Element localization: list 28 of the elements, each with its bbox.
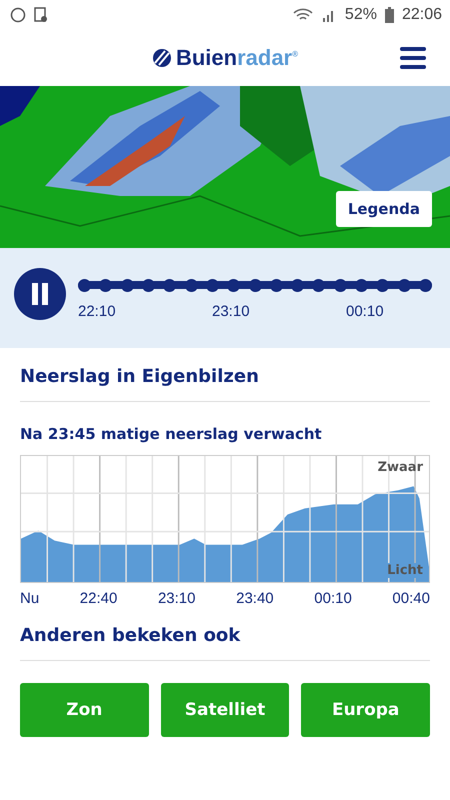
forecast-summary: Na 23:45 matige neerslag verwacht: [20, 425, 323, 443]
menu-button[interactable]: [400, 47, 426, 69]
logo: Buienradar$^{®}$: [152, 45, 298, 71]
pause-icon: [31, 283, 49, 305]
section-title: Anderen bekeken ook: [20, 607, 430, 661]
axis-label: Zwaar: [378, 460, 423, 475]
axis-label: Licht: [387, 563, 423, 578]
logo-icon: [152, 48, 172, 68]
timeline-time: 00:10: [346, 303, 385, 320]
battery-icon: [384, 7, 394, 23]
time-label: 22:40: [80, 590, 118, 607]
link-button[interactable]: Europa: [301, 683, 430, 737]
time-label: 23:10: [158, 590, 196, 607]
battery-level: 52%: [344, 6, 377, 24]
link-button[interactable]: Zon: [20, 683, 149, 737]
timeline-time: 22:10: [78, 303, 117, 320]
time-label: Nu: [20, 590, 40, 607]
clock: 22:06: [402, 6, 442, 24]
time-label: 00:40: [392, 590, 430, 607]
legend-button[interactable]: Legenda: [336, 191, 432, 227]
timeline-slider[interactable]: [78, 281, 432, 289]
pause-button[interactable]: [14, 268, 66, 320]
document-icon: [34, 7, 48, 23]
section-title: Neerslag in Eigenbilzen: [20, 348, 430, 402]
time-label: 00:10: [314, 590, 352, 607]
timeline-time: 23:10: [212, 303, 251, 320]
time-label: 23:40: [236, 590, 274, 607]
link-button[interactable]: Satelliet: [160, 683, 290, 737]
